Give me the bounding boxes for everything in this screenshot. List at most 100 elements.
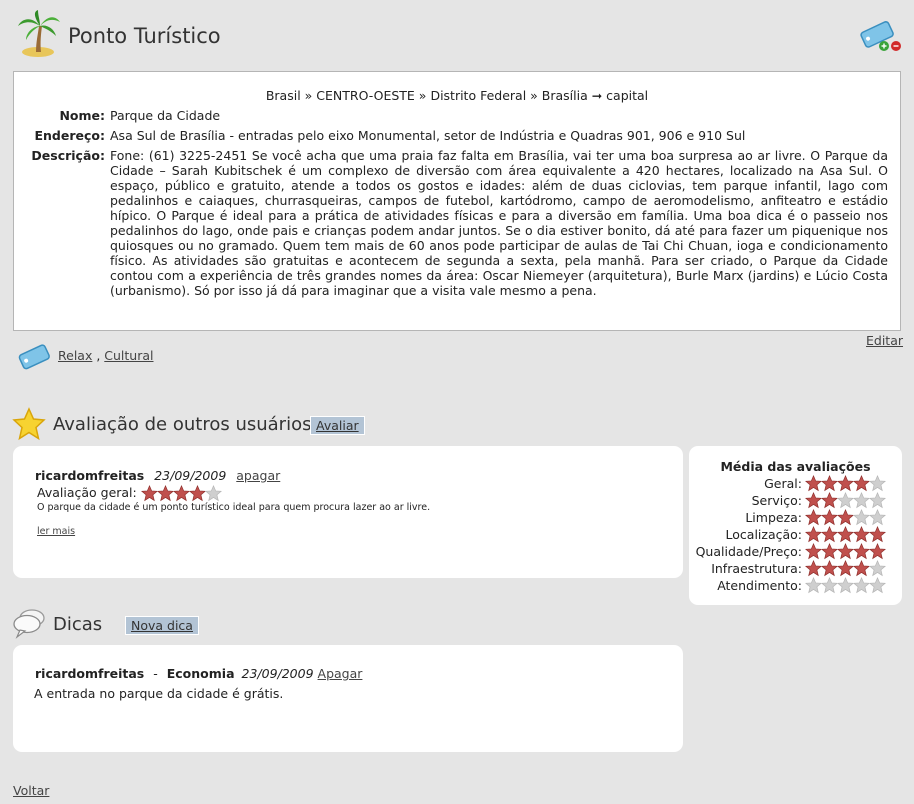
average-rating-row: Limpeza: bbox=[689, 508, 902, 526]
tip-separator: - bbox=[153, 666, 158, 681]
star-empty-icon bbox=[204, 484, 222, 502]
star-filled-icon bbox=[836, 542, 855, 560]
address-label: Endereço: bbox=[34, 128, 105, 143]
back-link[interactable]: Voltar bbox=[13, 783, 49, 798]
breadcrumb: Brasil » CENTRO-OESTE » Distrito Federal… bbox=[14, 88, 900, 103]
place-info-panel: Brasil » CENTRO-OESTE » Distrito Federal… bbox=[13, 71, 901, 331]
average-rating-row: Qualidade/Preço: bbox=[689, 542, 902, 560]
tag-separator: , bbox=[92, 348, 105, 363]
edit-link[interactable]: Editar bbox=[866, 333, 903, 348]
average-rating-stars bbox=[804, 559, 887, 577]
tag-icon bbox=[18, 344, 50, 370]
review-text: O parque da cidade é um ponto turístico … bbox=[37, 502, 431, 513]
tip-card: ricardomfreitas - Economia 23/09/2009 Ap… bbox=[13, 645, 683, 752]
average-rating-label: Infraestrutura: bbox=[711, 561, 802, 576]
star-empty-icon bbox=[868, 474, 887, 492]
rate-button[interactable]: Avaliar bbox=[310, 416, 365, 435]
tip-category: Economia bbox=[166, 666, 235, 681]
star-filled-icon bbox=[804, 525, 823, 543]
tip-date: 23/09/2009 bbox=[241, 666, 314, 681]
name-label: Nome: bbox=[59, 108, 105, 123]
star-empty-icon bbox=[836, 491, 855, 509]
tag-link-relax[interactable]: Relax bbox=[58, 348, 92, 363]
star-icon bbox=[12, 407, 46, 441]
palm-tree-icon bbox=[18, 10, 60, 57]
overall-rating-label: Avaliação geral: bbox=[37, 485, 137, 500]
average-rating-row: Infraestrutura: bbox=[689, 559, 902, 577]
star-filled-icon bbox=[820, 525, 839, 543]
description-label: Descrição: bbox=[31, 148, 105, 163]
star-empty-icon bbox=[836, 576, 855, 594]
tag-list: Relax , Cultural bbox=[58, 348, 154, 363]
review-header: ricardomfreitas 23/09/2009 apagar bbox=[35, 468, 280, 483]
delete-review-link[interactable]: apagar bbox=[236, 468, 280, 483]
average-rating-stars bbox=[804, 576, 887, 594]
star-filled-icon bbox=[852, 542, 871, 560]
star-empty-icon bbox=[804, 576, 823, 594]
breadcrumb-region[interactable]: CENTRO-OESTE » bbox=[316, 88, 426, 103]
star-filled-icon bbox=[868, 542, 887, 560]
star-empty-icon bbox=[852, 491, 871, 509]
average-rating-label: Qualidade/Preço: bbox=[695, 544, 802, 559]
new-tip-button[interactable]: Nova dica bbox=[125, 616, 199, 635]
star-filled-icon bbox=[852, 525, 871, 543]
average-rating-row: Atendimento: bbox=[689, 576, 902, 594]
star-filled-icon bbox=[156, 484, 174, 502]
name-value: Parque da Cidade bbox=[110, 108, 221, 123]
star-filled-icon bbox=[852, 474, 871, 492]
tip-user[interactable]: ricardomfreitas bbox=[35, 666, 144, 681]
star-filled-icon bbox=[836, 508, 855, 526]
star-filled-icon bbox=[820, 491, 839, 509]
review-card: ricardomfreitas 23/09/2009 apagar Avalia… bbox=[13, 446, 683, 578]
average-rating-row: Localização: bbox=[689, 525, 902, 543]
breadcrumb-city[interactable]: Brasília ➞ capital bbox=[542, 88, 648, 103]
star-filled-icon bbox=[804, 559, 823, 577]
review-user[interactable]: ricardomfreitas bbox=[35, 468, 144, 483]
average-rating-stars bbox=[804, 474, 887, 492]
star-filled-icon bbox=[804, 508, 823, 526]
description-value: Fone: (61) 3225-2451 Se você acha que um… bbox=[110, 148, 888, 298]
average-rating-row: Geral: bbox=[689, 474, 902, 492]
average-rating-label: Serviço: bbox=[751, 493, 802, 508]
star-filled-icon bbox=[804, 474, 823, 492]
read-more-link[interactable]: ler mais bbox=[37, 526, 75, 537]
star-filled-icon bbox=[804, 542, 823, 560]
review-date: 23/09/2009 bbox=[154, 468, 227, 483]
average-rating-stars bbox=[804, 542, 887, 560]
average-rating-stars bbox=[804, 525, 887, 543]
breadcrumb-state[interactable]: Distrito Federal » bbox=[430, 88, 537, 103]
address-value: Asa Sul de Brasília - entradas pelo eixo… bbox=[110, 128, 746, 143]
tip-header: ricardomfreitas - Economia 23/09/2009 Ap… bbox=[35, 666, 362, 681]
star-filled-icon bbox=[836, 474, 855, 492]
star-filled-icon bbox=[820, 559, 839, 577]
average-rating-label: Atendimento: bbox=[717, 578, 802, 593]
star-filled-icon bbox=[820, 508, 839, 526]
page-title: Ponto Turístico bbox=[68, 24, 221, 48]
star-filled-icon bbox=[820, 542, 839, 560]
star-filled-icon bbox=[836, 559, 855, 577]
star-filled-icon bbox=[820, 474, 839, 492]
tag-add-remove-icon[interactable] bbox=[858, 18, 904, 54]
star-filled-icon bbox=[804, 491, 823, 509]
tips-title: Dicas bbox=[53, 614, 103, 635]
star-filled-icon bbox=[188, 484, 206, 502]
breadcrumb-country[interactable]: Brasil » bbox=[266, 88, 312, 103]
average-ratings-title: Média das avaliações bbox=[720, 459, 871, 474]
average-rating-label: Localização: bbox=[725, 527, 802, 542]
star-empty-icon bbox=[820, 576, 839, 594]
average-rating-stars bbox=[804, 491, 887, 509]
star-filled-icon bbox=[836, 525, 855, 543]
average-ratings-card: Média das avaliações Geral: Serviço: Limpe… bbox=[689, 446, 902, 605]
delete-tip-link[interactable]: Apagar bbox=[318, 666, 363, 681]
star-empty-icon bbox=[868, 491, 887, 509]
overall-rating-stars bbox=[140, 484, 222, 502]
average-rating-label: Limpeza: bbox=[745, 510, 802, 525]
star-empty-icon bbox=[852, 576, 871, 594]
star-empty-icon bbox=[868, 508, 887, 526]
ratings-title: Avaliação de outros usuários bbox=[53, 414, 312, 435]
star-filled-icon bbox=[140, 484, 158, 502]
star-filled-icon bbox=[852, 559, 871, 577]
star-filled-icon bbox=[172, 484, 190, 502]
tag-link-cultural[interactable]: Cultural bbox=[104, 348, 153, 363]
star-empty-icon bbox=[868, 559, 887, 577]
